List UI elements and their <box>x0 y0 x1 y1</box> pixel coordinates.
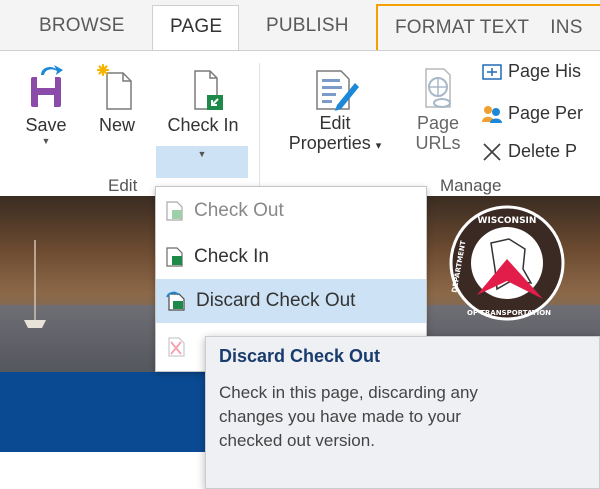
new-button[interactable]: New <box>92 59 142 136</box>
delete-page-button[interactable]: Delete P <box>482 141 577 162</box>
new-page-icon <box>97 63 132 110</box>
discard-check-out-icon <box>166 291 185 311</box>
check-in-button[interactable]: Check In <box>156 59 250 136</box>
manage-group-label: Manage <box>440 176 502 195</box>
delete-page-label: Delete P <box>508 141 578 161</box>
tab-browse[interactable]: BROWSE <box>39 0 125 50</box>
seal-text-bottom: OF TRANSPORTATION <box>467 309 551 317</box>
sailboat-icon <box>24 240 46 328</box>
tab-publish[interactable]: PUBLISH <box>266 0 349 50</box>
menu-item-check-out-label: Check Out <box>194 200 284 221</box>
edit-group-label: Edit <box>108 176 138 195</box>
edit-properties-icon <box>316 70 359 111</box>
check-in-dropdown-toggle[interactable]: ▼ <box>156 146 248 178</box>
tab-format-text-label: FORMAT TEXT <box>395 17 529 38</box>
page-urls-icon <box>425 68 451 108</box>
page-permissions-button[interactable]: Page Per <box>482 103 583 124</box>
page-history-button[interactable]: Page His <box>482 61 581 82</box>
check-in-icon <box>166 247 183 267</box>
check-out-icon <box>166 201 183 221</box>
menu-item-discard-check-out-label: Discard Check Out <box>196 290 356 311</box>
edit-properties-button[interactable]: Edit Properties ▾ <box>272 65 398 156</box>
check-in-page-icon <box>194 70 223 110</box>
close-icon <box>483 142 501 161</box>
chevron-down-icon: ▼ <box>197 149 207 159</box>
check-in-label: Check In <box>167 115 239 135</box>
sharepoint-window: { "tabs": [ {"label": "BROWSE"}, {"label… <box>0 0 600 489</box>
tab-insert-label: INS <box>550 17 583 38</box>
override-check-out-icon <box>168 337 185 357</box>
menu-item-check-out[interactable]: Check Out <box>156 189 426 233</box>
page-urls-label-1: Page <box>416 113 460 133</box>
page-urls-label-2: URLs <box>415 133 461 153</box>
menu-item-check-in[interactable]: Check In <box>156 235 426 279</box>
people-icon <box>482 105 502 123</box>
tab-page[interactable]: PAGE <box>152 5 240 51</box>
tooltip-line-2: changes you have made to your <box>219 407 461 426</box>
group-divider <box>259 63 260 193</box>
chevron-down-icon: ▾ <box>375 140 382 152</box>
page-permissions-label: Page Per <box>508 103 584 123</box>
page-urls-button[interactable]: Page URLs <box>410 65 466 153</box>
save-button[interactable]: Save ▼ <box>22 59 70 146</box>
seal-text-top: WISCONSIN <box>478 216 537 226</box>
tooltip-line-3: checked out version. <box>219 431 375 450</box>
new-label: New <box>98 115 135 135</box>
chevron-down-icon: ▼ <box>41 136 51 146</box>
save-label: Save <box>25 115 67 135</box>
page-history-icon <box>482 63 502 80</box>
edit-properties-label-2: Properties <box>288 133 371 153</box>
ribbon: Save ▼ New Check In ▼ Edit Edit Properti… <box>0 50 600 196</box>
menu-item-discard-check-out[interactable]: Discard Check Out <box>156 279 426 323</box>
ribbon-tab-bar: BROWSE PAGE PUBLISH FORMAT TEXT INS <box>0 0 600 51</box>
wisdot-seal-logo: WISCONSIN DEPARTMENT OF TRANSPORTATION <box>449 205 565 321</box>
menu-item-check-in-label: Check In <box>194 246 269 267</box>
page-history-label: Page His <box>508 61 582 81</box>
tooltip-line-1: Check in this page, discarding any <box>219 383 478 402</box>
tab-format-text[interactable]: FORMAT TEXT INS <box>376 4 600 51</box>
edit-properties-label-1: Edit <box>319 113 351 133</box>
discard-check-out-tooltip: Discard Check Out Check in this page, di… <box>205 336 600 489</box>
tooltip-body: Check in this page, discarding any chang… <box>219 381 585 453</box>
save-icon <box>31 65 63 107</box>
tooltip-title: Discard Check Out <box>219 346 381 366</box>
